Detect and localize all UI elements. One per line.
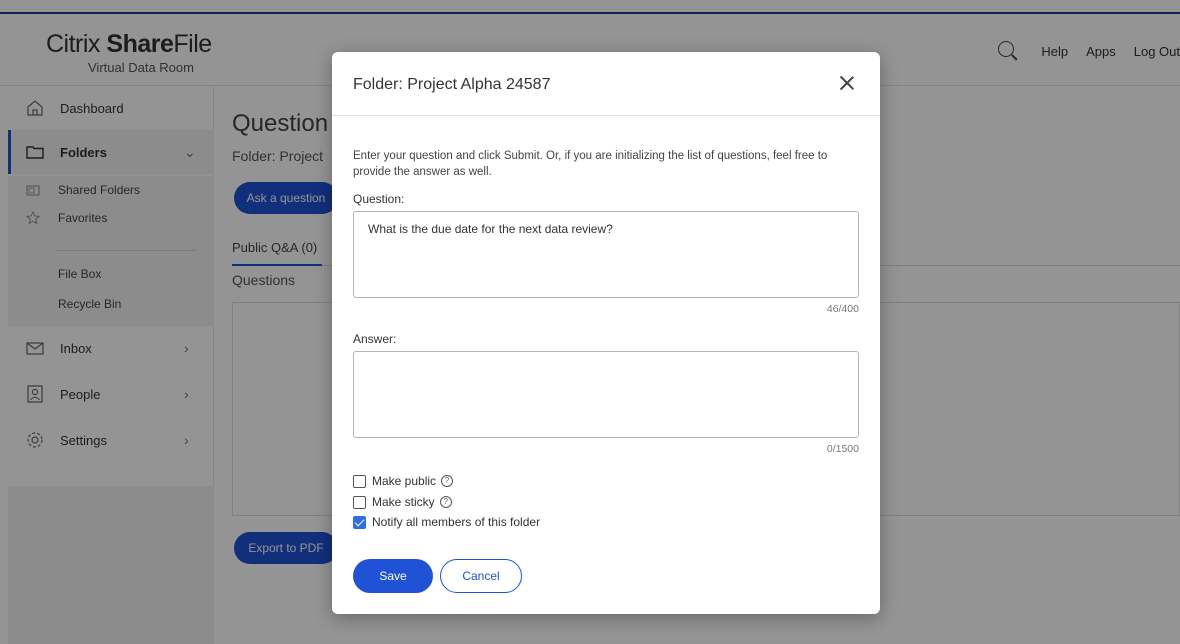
make-sticky-label: Make sticky [372,495,435,509]
make-public-checkbox[interactable] [353,474,366,488]
cancel-button[interactable]: Cancel [440,559,522,593]
notify-members-option[interactable]: Notify all members of this folder [353,515,540,529]
make-sticky-option[interactable]: Make sticky ? [353,495,452,509]
dialog-instructions: Enter your question and click Submit. Or… [353,150,828,178]
make-public-option[interactable]: Make public ? [353,474,454,488]
ask-question-dialog: Folder: Project Alpha 24587 Enter your q… [332,52,880,614]
answer-char-counter: 0/1500 [826,443,859,455]
make-public-label: Make public [372,474,437,488]
dialog-divider [332,115,880,116]
notify-members-label: Notify all members of this folder [372,515,541,529]
notify-members-checkbox[interactable] [353,515,366,529]
help-icon[interactable]: ? [441,475,454,487]
make-sticky-checkbox[interactable] [353,495,366,509]
answer-input[interactable] [353,351,859,438]
save-button[interactable]: Save [353,559,433,593]
question-label: Question: [353,192,405,206]
answer-label: Answer: [353,332,397,346]
help-icon[interactable]: ? [439,496,452,508]
question-char-counter: 46/400 [826,303,859,315]
question-input[interactable]: What is the due date for the next data r… [353,211,859,298]
dialog-title: Folder: Project Alpha 24587 [353,76,551,93]
page: Citrix ShareFile Virtual Data Room Help … [0,0,1180,644]
close-icon[interactable] [838,74,856,92]
